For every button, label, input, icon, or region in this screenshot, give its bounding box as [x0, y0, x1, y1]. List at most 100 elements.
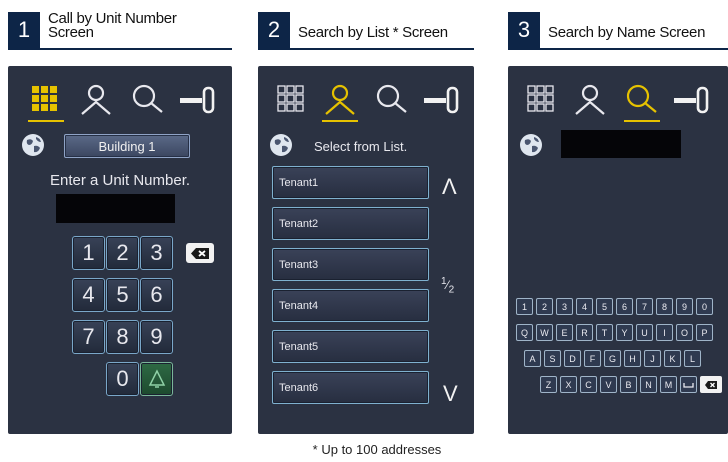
list-prompt: Select from List.: [314, 139, 408, 154]
kb-key[interactable]: U: [636, 324, 653, 341]
kb-key[interactable]: G: [604, 350, 621, 367]
panel-number: 2: [258, 12, 290, 48]
kb-key[interactable]: C: [580, 376, 597, 393]
kb-key[interactable]: E: [556, 324, 573, 341]
person-icon[interactable]: [320, 80, 360, 122]
panel-title: Search by Name Screen: [548, 24, 706, 41]
kb-key[interactable]: D: [564, 350, 581, 367]
kb-key[interactable]: Y: [616, 324, 633, 341]
key-0[interactable]: 0: [106, 362, 139, 396]
search-icon[interactable]: [128, 80, 168, 120]
globe-icon[interactable]: [518, 132, 544, 158]
kb-key[interactable]: R: [576, 324, 593, 341]
key-8[interactable]: 8: [106, 320, 139, 354]
name-input-display[interactable]: [561, 130, 681, 158]
kb-key[interactable]: P: [696, 324, 713, 341]
kb-key[interactable]: 2: [536, 298, 553, 315]
panel-title: Search by List * Screen: [298, 24, 448, 41]
backspace-icon[interactable]: [700, 376, 722, 393]
kb-key[interactable]: 6: [616, 298, 633, 315]
kb-key[interactable]: A: [524, 350, 541, 367]
kb-key[interactable]: 9: [676, 298, 693, 315]
backspace-icon[interactable]: [186, 243, 214, 263]
key-2[interactable]: 2: [106, 236, 139, 270]
kb-key[interactable]: 7: [636, 298, 653, 315]
active-underline: [322, 120, 358, 122]
active-underline: [28, 120, 64, 122]
scroll-down-arrow[interactable]: V: [443, 381, 458, 407]
panel-header-2: 2 Search by List * Screen: [258, 8, 474, 50]
kb-key[interactable]: I: [656, 324, 673, 341]
globe-icon[interactable]: [268, 132, 294, 158]
key-icon[interactable]: [672, 80, 712, 120]
panel-number: 3: [508, 12, 540, 48]
bell-icon: [148, 369, 165, 388]
tenant-item[interactable]: Tenant6: [272, 371, 429, 404]
scroll-up-arrow[interactable]: Λ: [442, 174, 457, 200]
kb-key[interactable]: B: [620, 376, 637, 393]
tenant-item[interactable]: Tenant5: [272, 330, 429, 363]
kb-key[interactable]: O: [676, 324, 693, 341]
kb-key[interactable]: M: [660, 376, 677, 393]
key-7[interactable]: 7: [72, 320, 105, 354]
kb-key[interactable]: 1: [516, 298, 533, 315]
key-6[interactable]: 6: [140, 278, 173, 312]
header-rule: [258, 48, 474, 50]
space-icon: [683, 382, 694, 388]
key-5[interactable]: 5: [106, 278, 139, 312]
panel-title-line2: Screen: [48, 24, 94, 41]
tenant-item[interactable]: Tenant4: [272, 289, 429, 322]
tenant-item[interactable]: Tenant2: [272, 207, 429, 240]
panel-number: 1: [8, 12, 40, 48]
kb-key[interactable]: L: [684, 350, 701, 367]
page-indicator: 1⁄2: [441, 276, 454, 295]
search-icon[interactable]: [372, 80, 412, 120]
key-1[interactable]: 1: [72, 236, 105, 270]
kb-key[interactable]: T: [596, 324, 613, 341]
page-total: 2: [448, 284, 455, 296]
panel-header-1: 1 Call by Unit Number Screen: [8, 8, 232, 50]
screen-list-search: Select from List. Tenant1 Tenant2 Tenant…: [258, 66, 474, 434]
key-4[interactable]: 4: [72, 278, 105, 312]
key-9[interactable]: 9: [140, 320, 173, 354]
screen-unit-number: Building 1 Enter a Unit Number. 1 2 3 4 …: [8, 66, 232, 434]
kb-key[interactable]: W: [536, 324, 553, 341]
tenant-item[interactable]: Tenant1: [272, 166, 429, 199]
footnote: * Up to 100 addresses: [312, 442, 442, 457]
unit-number-prompt: Enter a Unit Number.: [49, 172, 191, 189]
kb-key[interactable]: 8: [656, 298, 673, 315]
key-icon[interactable]: [178, 80, 218, 120]
kb-key[interactable]: H: [624, 350, 641, 367]
kb-key[interactable]: Q: [516, 324, 533, 341]
call-button[interactable]: [140, 362, 173, 396]
tenant-item[interactable]: Tenant3: [272, 248, 429, 281]
kb-key[interactable]: K: [664, 350, 681, 367]
header-rule: [508, 48, 728, 50]
key-icon[interactable]: [422, 80, 462, 120]
space-key[interactable]: [680, 376, 697, 393]
kb-key[interactable]: S: [544, 350, 561, 367]
keypad-icon[interactable]: [272, 80, 312, 120]
kb-key[interactable]: F: [584, 350, 601, 367]
search-icon[interactable]: [622, 80, 662, 122]
building-select-button[interactable]: Building 1: [64, 134, 190, 158]
keypad-icon[interactable]: [522, 80, 562, 120]
kb-key[interactable]: J: [644, 350, 661, 367]
person-icon[interactable]: [76, 80, 116, 120]
header-rule: [8, 48, 232, 50]
kb-key[interactable]: 3: [556, 298, 573, 315]
panel-header-3: 3 Search by Name Screen: [508, 8, 728, 50]
kb-key[interactable]: 0: [696, 298, 713, 315]
kb-key[interactable]: Z: [540, 376, 557, 393]
kb-key[interactable]: V: [600, 376, 617, 393]
kb-key[interactable]: 4: [576, 298, 593, 315]
screen-name-search: 1 2 3 4 5 6 7 8 9 0 Q W E R T Y U I O P …: [508, 66, 728, 434]
unit-number-display: [56, 194, 175, 223]
globe-icon[interactable]: [20, 132, 46, 158]
kb-key[interactable]: 5: [596, 298, 613, 315]
person-icon[interactable]: [570, 80, 610, 120]
kb-key[interactable]: X: [560, 376, 577, 393]
key-3[interactable]: 3: [140, 236, 173, 270]
kb-key[interactable]: N: [640, 376, 657, 393]
keypad-icon[interactable]: [26, 80, 66, 122]
